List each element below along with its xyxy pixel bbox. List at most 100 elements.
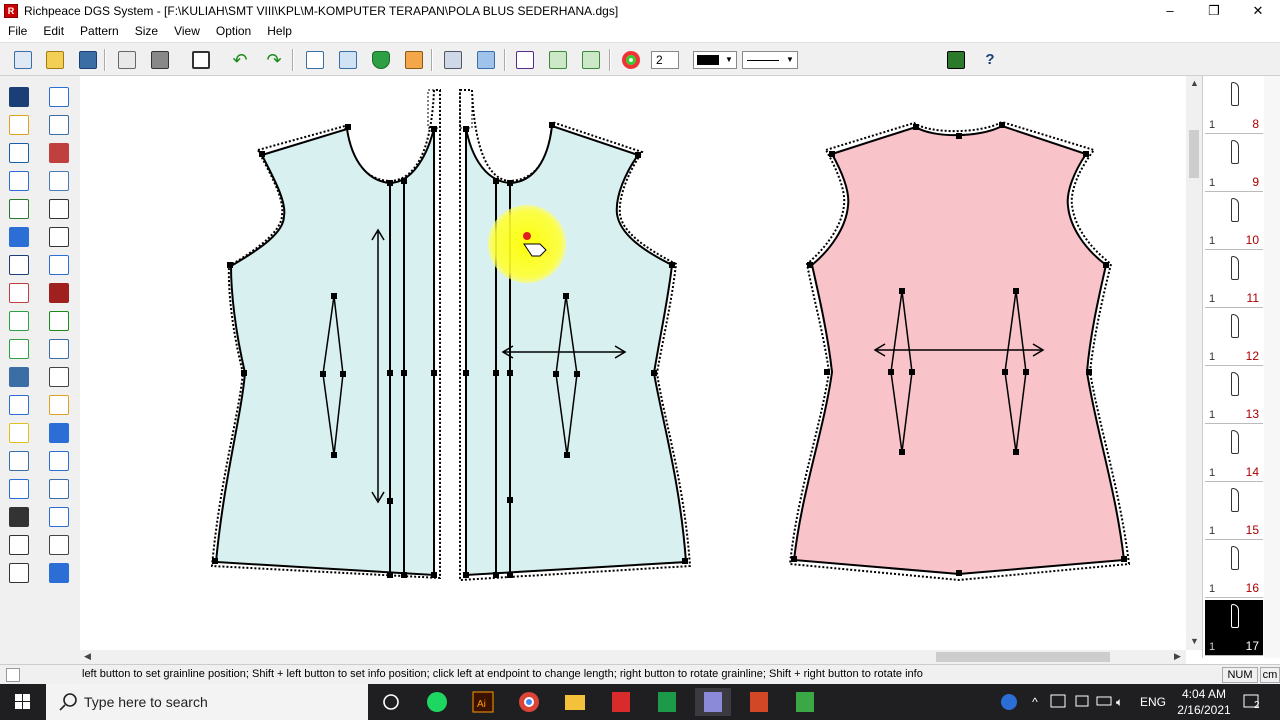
curve-icon[interactable]: [545, 48, 571, 72]
rotate-piece-tool-icon[interactable]: [46, 448, 72, 474]
piece-thumbnail[interactable]: 1 13: [1205, 368, 1263, 424]
pencil-tool-icon[interactable]: [6, 112, 32, 138]
line-tool-icon[interactable]: [46, 84, 72, 110]
open-folder-icon[interactable]: [42, 48, 68, 72]
front-left-piece[interactable]: [210, 89, 441, 580]
piece-thumbnail[interactable]: 1 10: [1205, 194, 1263, 250]
piece-thumbnail[interactable]: 1 16: [1205, 542, 1263, 598]
pattern-star-icon[interactable]: [302, 48, 328, 72]
menu-file[interactable]: File: [0, 24, 35, 38]
menu-pattern[interactable]: Pattern: [72, 24, 127, 38]
house-icon[interactable]: [401, 48, 427, 72]
spiral-tool-icon[interactable]: [6, 392, 32, 418]
grade-tool-icon[interactable]: [6, 196, 32, 222]
link-tool-icon[interactable]: [6, 224, 32, 250]
undo-icon[interactable]: ↶: [227, 48, 253, 72]
pattern-canvas[interactable]: [80, 76, 1186, 650]
scroll-up-icon[interactable]: ▲: [1190, 78, 1199, 88]
taskbar-search[interactable]: Type here to search: [46, 684, 368, 720]
horizontal-scrollbar[interactable]: ◀ ▶: [80, 650, 1186, 664]
rectangle-tool-icon[interactable]: [6, 140, 32, 166]
front-right-piece[interactable]: [459, 89, 692, 582]
piece-edit-tool-icon[interactable]: [6, 448, 32, 474]
back-piece[interactable]: [788, 120, 1131, 582]
stamp-tool-icon[interactable]: [46, 476, 72, 502]
chevron-up-icon[interactable]: ^: [1026, 684, 1044, 720]
align-icon[interactable]: [473, 48, 499, 72]
network-status-icon[interactable]: [998, 684, 1020, 720]
richpeace-taskbar-icon[interactable]: [695, 688, 731, 716]
piece-thumbnail[interactable]: 1 14: [1205, 426, 1263, 482]
dashed-rect-tool-icon[interactable]: [46, 140, 72, 166]
wifi-icon[interactable]: [1072, 684, 1092, 720]
line-width-input[interactable]: 2: [651, 51, 679, 69]
file-explorer-icon[interactable]: [557, 688, 593, 716]
scale-tool-icon[interactable]: [46, 392, 72, 418]
volume-icon[interactable]: 🔈︎: [1116, 684, 1136, 720]
menu-edit[interactable]: Edit: [35, 24, 72, 38]
pocket-tool-icon[interactable]: [46, 168, 72, 194]
shape-tool-icon[interactable]: [46, 112, 72, 138]
scissors-tool-icon[interactable]: [6, 476, 32, 502]
scroll-right-icon[interactable]: ▶: [1174, 651, 1181, 662]
coreldraw-icon[interactable]: [787, 688, 823, 716]
vertical-scroll-thumb[interactable]: [1189, 130, 1199, 178]
new-file-icon[interactable]: [10, 48, 36, 72]
menu-option[interactable]: Option: [208, 24, 259, 38]
grain-rotate-tool-icon[interactable]: [46, 504, 72, 530]
start-button[interactable]: [0, 684, 46, 720]
scroll-left-icon[interactable]: ◀: [84, 651, 91, 662]
points-icon[interactable]: [512, 48, 538, 72]
piece-thumbnail[interactable]: 19: [1205, 136, 1263, 192]
resize-tool-icon[interactable]: [46, 420, 72, 446]
fold-tool-icon[interactable]: [6, 364, 32, 390]
minimize-button[interactable]: –: [1148, 0, 1192, 22]
menu-view[interactable]: View: [166, 24, 208, 38]
button-circle-tool-icon[interactable]: [46, 252, 72, 278]
stripes-tool-icon[interactable]: [6, 532, 32, 558]
frame-icon[interactable]: [188, 48, 214, 72]
brush-icon[interactable]: [440, 48, 466, 72]
text-t-tool-icon[interactable]: [6, 560, 32, 586]
shield-piece-icon[interactable]: [368, 48, 394, 72]
mirror-tool-icon[interactable]: [46, 336, 72, 362]
zigzag-tool-icon[interactable]: [46, 560, 72, 586]
help-icon[interactable]: ?: [977, 48, 1003, 72]
line-style-select[interactable]: ▼: [742, 51, 798, 69]
rotate-tool-icon[interactable]: [46, 308, 72, 334]
restore-button[interactable]: ❐: [1192, 0, 1236, 22]
scroll-down-icon[interactable]: ▼: [1190, 636, 1199, 646]
battery-icon[interactable]: [1094, 684, 1114, 720]
piece-list-scrollbar[interactable]: [1264, 76, 1280, 658]
notifications-button[interactable]: 2: [1240, 684, 1266, 720]
close-button[interactable]: ✕: [1236, 0, 1280, 22]
piece-thumbnail[interactable]: 1 12: [1205, 310, 1263, 366]
illustrator-icon[interactable]: Ai: [465, 688, 501, 716]
piece-thumbnail[interactable]: 18: [1205, 78, 1263, 134]
grid-piece-icon[interactable]: [335, 48, 361, 72]
piece-green-tool-icon[interactable]: [6, 336, 32, 362]
piece-thumbnail[interactable]: 1 17: [1205, 600, 1263, 656]
ruler-tool-icon[interactable]: [46, 196, 72, 222]
piece-thumbnail[interactable]: 1 11: [1205, 252, 1263, 308]
horizontal-scroll-thumb[interactable]: [936, 652, 1110, 662]
piece-thumbnail[interactable]: 1 15: [1205, 484, 1263, 540]
film-icon[interactable]: [943, 48, 969, 72]
language-indicator[interactable]: ENG: [1140, 684, 1168, 720]
color-select[interactable]: ▼: [693, 51, 737, 69]
camera-icon[interactable]: [147, 48, 173, 72]
tray-app-icon[interactable]: [1048, 684, 1068, 720]
save-icon[interactable]: [75, 48, 101, 72]
powerpoint-icon[interactable]: [741, 688, 777, 716]
spotify-icon[interactable]: [419, 688, 455, 716]
menu-size[interactable]: Size: [127, 24, 166, 38]
camtasia-icon[interactable]: [649, 688, 685, 716]
eraser-icon[interactable]: [114, 48, 140, 72]
redo-icon[interactable]: ↷: [261, 48, 287, 72]
menu-help[interactable]: Help: [259, 24, 300, 38]
blocks-tool-icon[interactable]: [46, 364, 72, 390]
repeat-tool-icon[interactable]: [46, 532, 72, 558]
vertical-scrollbar[interactable]: ▲ ▼: [1186, 76, 1202, 650]
color-wheel-icon[interactable]: [618, 48, 644, 72]
chrome-icon[interactable]: [511, 688, 547, 716]
